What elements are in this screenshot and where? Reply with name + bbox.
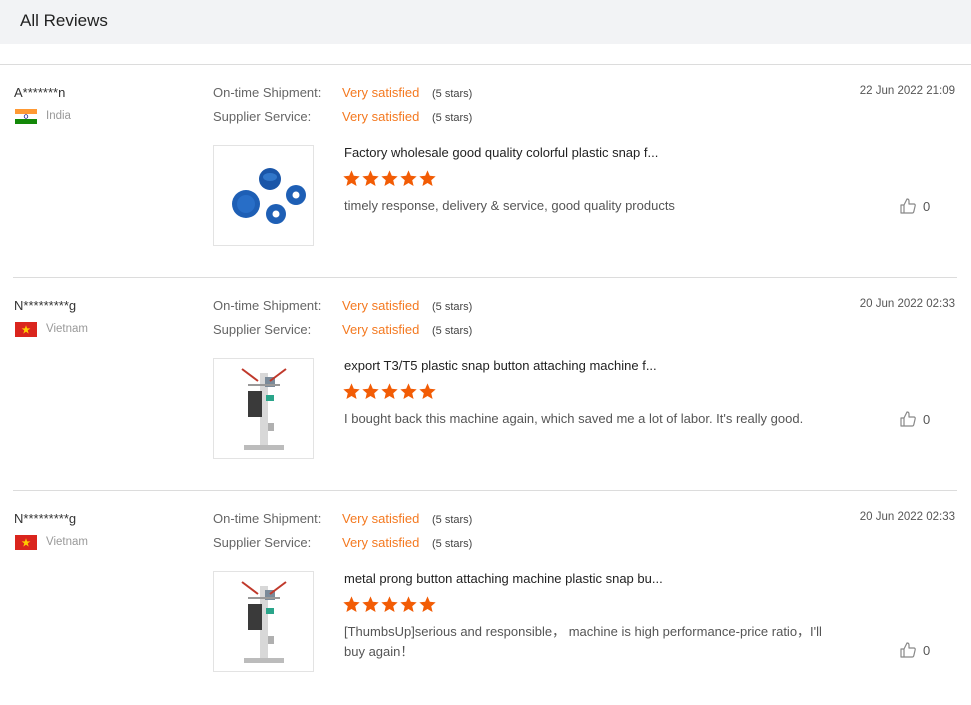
thumbs-up-icon	[899, 197, 917, 215]
buyer-name: A*******n	[14, 85, 66, 100]
reviews-header: All Reviews	[0, 0, 971, 44]
thumbs-up-icon	[899, 641, 917, 659]
star-icon	[418, 169, 437, 188]
review-comment: [ThumbsUp]serious and responsible， machi…	[344, 624, 822, 659]
like-button[interactable]: 0	[899, 641, 939, 661]
buyer-name: N*********g	[14, 298, 77, 313]
product-rating	[342, 382, 437, 402]
like-button[interactable]: 0	[899, 197, 939, 217]
buyer-name: N*********g	[14, 511, 77, 526]
thumbs-up-icon	[899, 410, 917, 428]
product-name-link[interactable]: metal prong button attaching machine pla…	[344, 571, 663, 586]
shipment-stars: (5 stars)	[432, 514, 473, 526]
shipment-rating: Very satisfied	[342, 298, 420, 313]
like-button[interactable]: 0	[899, 410, 939, 430]
service-rating: Very satisfied	[342, 322, 420, 337]
service-label: Supplier Service:	[213, 109, 312, 124]
product-image[interactable]	[213, 145, 314, 246]
shipment-label: On-time Shipment:	[213, 511, 322, 526]
product-image[interactable]	[213, 571, 314, 672]
star-icon	[399, 382, 418, 401]
star-icon	[380, 382, 399, 401]
review-date: 20 Jun 2022 02:33	[859, 298, 955, 310]
service-rating: Very satisfied	[342, 109, 420, 124]
review-item: N*********g Vietnam On-time Shipment: Ve…	[0, 491, 971, 704]
shipment-label: On-time Shipment:	[213, 85, 322, 100]
star-icon	[418, 595, 437, 614]
buyer-country: India	[46, 110, 71, 122]
star-icon	[418, 382, 437, 401]
review-item: A*******n India On-time Shipment: Very s…	[0, 65, 971, 278]
like-count: 0	[923, 412, 931, 427]
product-name-link[interactable]: Factory wholesale good quality colorful …	[344, 145, 658, 160]
service-label: Supplier Service:	[213, 535, 312, 550]
india-flag-icon	[15, 109, 37, 124]
buyer-country: Vietnam	[46, 536, 88, 548]
page-title: All Reviews	[20, 11, 108, 30]
shipment-rating: Very satisfied	[342, 85, 420, 100]
service-stars: (5 stars)	[432, 112, 473, 124]
vietnam-flag-icon	[15, 322, 37, 337]
review-comment: timely response, delivery & service, goo…	[344, 198, 675, 213]
review-date: 22 Jun 2022 21:09	[859, 85, 955, 97]
product-rating	[342, 595, 437, 615]
like-count: 0	[923, 643, 931, 658]
shipment-label: On-time Shipment:	[213, 298, 322, 313]
star-icon	[361, 382, 380, 401]
star-icon	[380, 169, 399, 188]
vietnam-flag-icon	[15, 535, 37, 550]
service-rating: Very satisfied	[342, 535, 420, 550]
star-icon	[342, 169, 361, 188]
service-stars: (5 stars)	[432, 538, 473, 550]
service-stars: (5 stars)	[432, 325, 473, 337]
product-image[interactable]	[213, 358, 314, 459]
buyer-country: Vietnam	[46, 323, 88, 335]
star-icon	[399, 595, 418, 614]
star-icon	[342, 595, 361, 614]
like-count: 0	[923, 199, 931, 214]
service-label: Supplier Service:	[213, 322, 312, 337]
shipment-stars: (5 stars)	[432, 88, 473, 100]
star-icon	[361, 595, 380, 614]
star-icon	[399, 169, 418, 188]
shipment-stars: (5 stars)	[432, 301, 473, 313]
star-icon	[380, 595, 399, 614]
review-comment: I bought back this machine again, which …	[344, 411, 804, 426]
product-rating	[342, 169, 437, 189]
shipment-rating: Very satisfied	[342, 511, 420, 526]
star-icon	[361, 169, 380, 188]
product-name-link[interactable]: export T3/T5 plastic snap button attachi…	[344, 358, 657, 373]
star-icon	[342, 382, 361, 401]
review-date: 20 Jun 2022 02:33	[859, 511, 955, 523]
review-item: N*********g Vietnam On-time Shipment: Ve…	[0, 278, 971, 491]
